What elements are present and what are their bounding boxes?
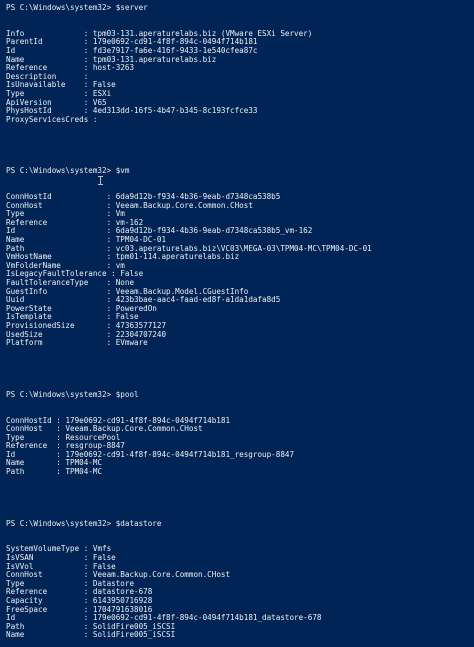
property-row: Platform : EVmware [6,339,470,348]
property-value: 4ed313dd-16f5-4b47-b345-8c193fcfce33 [92,106,258,116]
text-cursor-icon [98,176,103,185]
property-value: Veeam.Backup.Core.Common.CHost [115,200,253,210]
prompt-line: PS C:\Windows\system32> $pool [6,389,139,399]
property-row: ProxyServicesCreds : [6,114,470,125]
property-name: Path [6,467,52,477]
prompt-line: PS C:\Windows\system32> $server [6,3,148,12]
property-value: TPM04-MC [65,467,103,477]
separator: : [79,630,93,640]
separator: : [88,114,103,124]
property-name: ProxyServicesCreds [6,114,89,124]
prompt-line: PS C:\Windows\system32> $datastore [6,518,162,528]
separator: : [51,467,66,477]
property-value: tpm01-114.aperaturelabs.biz [115,252,240,262]
property-row: Path : TPM04-MC [6,467,470,477]
separator: : [102,338,116,348]
property-name: Name [6,630,80,640]
powershell-console[interactable]: PS C:\Windows\system32> $server Info : tp… [6,3,470,640]
prompt-line: PS C:\Windows\system32> $vm [6,166,130,176]
property-value: host-3263 [92,63,135,73]
property-name: Platform [6,338,103,348]
property-value: SolidFire005_iSCSI [92,630,176,640]
property-value: EVmware [115,338,148,348]
property-row: Name : SolidFire005_iSCSI [6,631,470,640]
